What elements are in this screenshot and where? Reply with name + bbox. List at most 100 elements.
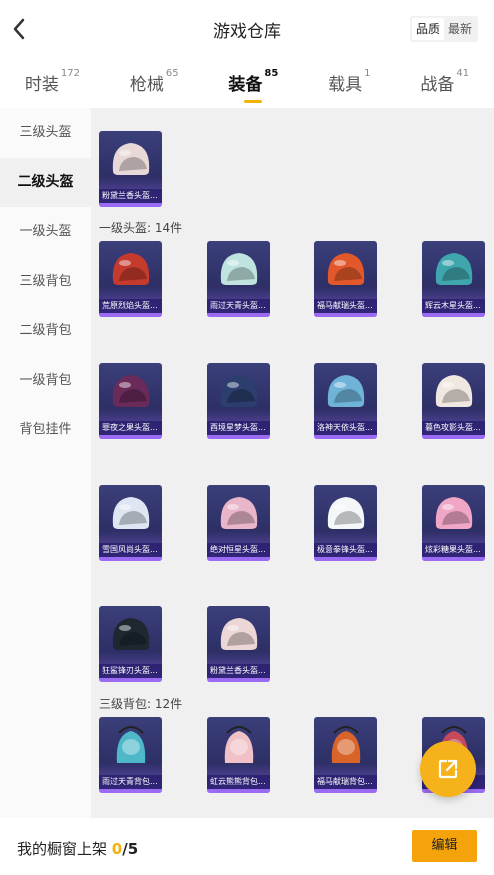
showcase-status: 我的橱窗上架 0/5 bbox=[17, 838, 138, 859]
item-name: 虹云熊熊背包... bbox=[207, 775, 270, 789]
sidebar-item-backpack-charm[interactable]: 背包挂件 bbox=[0, 405, 91, 455]
rarity-bar bbox=[422, 557, 485, 561]
item-name: 酉境星梦头盔... bbox=[207, 421, 270, 435]
item-card[interactable]: 福马献瑞背包... bbox=[314, 717, 377, 793]
helmet-image bbox=[220, 375, 258, 407]
edit-button[interactable]: 编辑 bbox=[412, 830, 477, 862]
item-card[interactable]: 雨过天青背包... bbox=[99, 717, 162, 793]
sidebar-item-level3-backpack[interactable]: 三级背包 bbox=[0, 257, 91, 307]
item-name: 雪国风尚头盔... bbox=[99, 543, 162, 557]
tab-label: 载具 bbox=[328, 75, 363, 95]
share-button[interactable] bbox=[420, 741, 476, 797]
share-icon bbox=[438, 759, 458, 779]
sort-toggle: 品质 最新 bbox=[409, 16, 478, 42]
item-name: 炫彩糖果头盔... bbox=[422, 543, 485, 557]
sidebar-item-level3-helmet[interactable]: 三级头盔 bbox=[0, 108, 91, 158]
item-name: 罪夜之果头盔... bbox=[99, 421, 162, 435]
item-card[interactable]: 罪夜之果头盔... bbox=[99, 363, 162, 439]
item-name: 洛神天依头盔... bbox=[314, 421, 377, 435]
item-card[interactable]: 荒原烈焰头盔... bbox=[99, 241, 162, 317]
bottom-bar: 我的橱窗上架 0/5 编辑 bbox=[0, 818, 494, 875]
item-card[interactable]: 粉黛兰香头盔... bbox=[207, 606, 270, 682]
item-name: 极意拳锋头盔... bbox=[314, 543, 377, 557]
sidebar-item-level1-helmet[interactable]: 一级头盔 bbox=[0, 207, 91, 257]
item-name: 雨过天青背包... bbox=[99, 775, 162, 789]
helmet-image bbox=[327, 497, 365, 529]
backpack-image bbox=[224, 726, 254, 763]
showcase-count: 0 bbox=[111, 840, 123, 858]
helmet-image bbox=[220, 497, 258, 529]
item-name: 狂鲨锋刃头盔... bbox=[99, 664, 162, 678]
helmet-image bbox=[435, 497, 473, 529]
rarity-bar bbox=[422, 435, 485, 439]
helmet-image bbox=[112, 375, 150, 407]
item-name: 粉黛兰香头盔... bbox=[99, 189, 162, 203]
tab-fashion[interactable]: 时装172 bbox=[24, 68, 80, 95]
helmet-image bbox=[220, 618, 258, 650]
rarity-bar bbox=[207, 313, 270, 317]
tab-label: 枪械 bbox=[129, 75, 164, 95]
rarity-bar bbox=[207, 435, 270, 439]
item-card[interactable]: 绝对恒星头盔... bbox=[207, 485, 270, 561]
tab-vehicles[interactable]: 载具1 bbox=[328, 68, 371, 95]
helmet-image bbox=[112, 143, 150, 175]
rarity-bar bbox=[314, 435, 377, 439]
rarity-bar bbox=[99, 203, 162, 207]
sidebar-item-level2-backpack[interactable]: 二级背包 bbox=[0, 306, 91, 356]
item-name: 荒原烈焰头盔... bbox=[99, 299, 162, 313]
sidebar: 三级头盔 二级头盔 一级头盔 三级背包 二级背包 一级背包 背包挂件 bbox=[0, 108, 91, 818]
rarity-bar bbox=[99, 789, 162, 793]
group-label-level3-backpack: 三级背包: 12件 bbox=[99, 697, 183, 711]
tab-count: 85 bbox=[264, 68, 279, 79]
tab-count: 65 bbox=[165, 68, 179, 79]
item-name: 暮色攻影头盔... bbox=[422, 421, 485, 435]
helmet-image bbox=[220, 253, 258, 285]
item-name: 雨过天青头盔... bbox=[207, 299, 270, 313]
item-card[interactable]: 洛神天依头盔... bbox=[314, 363, 377, 439]
item-card[interactable]: 极意拳锋头盔... bbox=[314, 485, 377, 561]
item-card[interactable]: 雨过天青头盔... bbox=[207, 241, 270, 317]
sidebar-item-level1-backpack[interactable]: 一级背包 bbox=[0, 356, 91, 406]
tab-label: 时装 bbox=[24, 75, 59, 95]
sort-latest-button[interactable]: 最新 bbox=[444, 18, 476, 40]
item-card[interactable]: 粉黛兰香头盔... bbox=[99, 131, 162, 207]
item-name: 粉黛兰香头盔... bbox=[207, 664, 270, 678]
item-card[interactable]: 福马献瑞头盔... bbox=[314, 241, 377, 317]
item-name: 辉云木星头盔... bbox=[422, 299, 485, 313]
backpack-image bbox=[331, 726, 361, 763]
tab-equipment[interactable]: 装备85 bbox=[228, 68, 279, 103]
tab-label: 战备 bbox=[420, 75, 455, 95]
showcase-total: /5 bbox=[122, 840, 139, 858]
rarity-bar bbox=[99, 435, 162, 439]
tab-combat-gear[interactable]: 战备41 bbox=[420, 68, 470, 95]
tab-count: 1 bbox=[364, 68, 371, 79]
sort-quality-button[interactable]: 品质 bbox=[411, 18, 444, 40]
rarity-bar bbox=[207, 678, 270, 682]
item-name: 绝对恒星头盔... bbox=[207, 543, 270, 557]
showcase-label: 我的橱窗上架 bbox=[17, 840, 108, 858]
helmet-image bbox=[435, 253, 473, 285]
rarity-bar bbox=[99, 557, 162, 561]
backpack-image bbox=[116, 726, 146, 763]
tab-guns[interactable]: 枪械65 bbox=[129, 68, 179, 95]
item-card[interactable]: 酉境星梦头盔... bbox=[207, 363, 270, 439]
helmet-image bbox=[112, 618, 150, 650]
item-card[interactable]: 暮色攻影头盔... bbox=[422, 363, 485, 439]
header: 游戏仓库 品质 最新 bbox=[0, 0, 494, 58]
item-card[interactable]: 虹云熊熊背包... bbox=[207, 717, 270, 793]
item-name: 福马献瑞背包... bbox=[314, 775, 377, 789]
item-card[interactable]: 辉云木星头盔... bbox=[422, 241, 485, 317]
helmet-image bbox=[435, 375, 473, 407]
rarity-bar bbox=[207, 789, 270, 793]
tab-label: 装备 bbox=[228, 75, 263, 95]
group-label-level1-helmet: 一级头盔: 14件 bbox=[99, 221, 183, 235]
item-card[interactable]: 雪国风尚头盔... bbox=[99, 485, 162, 561]
item-card[interactable]: 炫彩糖果头盔... bbox=[422, 485, 485, 561]
category-tabs: 时装172 枪械65 装备85 载具1 战备41 bbox=[0, 58, 494, 108]
rarity-bar bbox=[99, 313, 162, 317]
sidebar-item-level2-helmet[interactable]: 二级头盔 bbox=[0, 157, 91, 207]
tab-count: 41 bbox=[456, 68, 470, 79]
item-card[interactable]: 狂鲨锋刃头盔... bbox=[99, 606, 162, 682]
active-tab-indicator bbox=[244, 100, 263, 103]
item-name: 福马献瑞头盔... bbox=[314, 299, 377, 313]
